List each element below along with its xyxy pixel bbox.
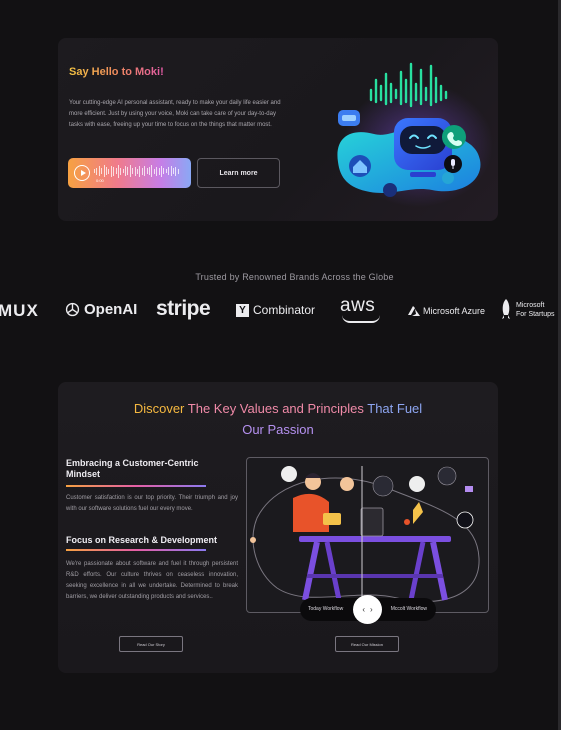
- mccolt-workflow-label[interactable]: Mccolt Workflow: [391, 606, 427, 612]
- audio-time: 0:00: [96, 178, 104, 183]
- values-title: Discover The Key Values and Principles T…: [58, 398, 498, 440]
- research-text: We're passionate about software and fuel…: [66, 561, 238, 600]
- waveform-icon: [94, 164, 179, 178]
- ms-startups-line1: Microsoft: [516, 302, 545, 309]
- learn-more-button[interactable]: Learn more: [197, 158, 280, 188]
- rocket-icon: [502, 299, 510, 319]
- customer-centric-underline: [66, 485, 206, 487]
- aws-smile-icon: [342, 315, 380, 323]
- play-icon[interactable]: [74, 165, 90, 181]
- openai-icon: [65, 302, 80, 317]
- research-heading: Focus on Research & Development: [66, 535, 218, 545]
- azure-icon: [408, 306, 420, 316]
- microsoft-azure-logo-text: Microsoft Azure: [423, 306, 486, 316]
- openai-logo-text: OpenAI: [84, 301, 138, 318]
- microsoft-for-startups-logo: Microsoft For Startups: [500, 299, 555, 321]
- chevron-right-icon: ›: [370, 605, 373, 614]
- hero-description: Your cutting-edge AI personal assistant,…: [69, 100, 281, 128]
- compare-slider-handle[interactable]: ‹ ›: [353, 595, 382, 624]
- robot-assistant-illustration: [337, 62, 493, 207]
- values-title-part3: That Fuel: [367, 401, 423, 416]
- workflow-comparison-image: [246, 457, 489, 613]
- microsoft-azure-logo: Microsoft Azure: [408, 306, 485, 316]
- openai-logo: OpenAI: [64, 301, 137, 318]
- read-our-mission-button[interactable]: Read Our Mission: [335, 636, 399, 652]
- customer-centric-heading: Embracing a Customer-Centric Mindset: [66, 458, 199, 479]
- workflow-toggle[interactable]: Today Workflow ‹ › Mccolt Workflow: [300, 595, 436, 624]
- ycombinator-logo-text: Combinator: [253, 303, 316, 317]
- values-title-line2: Our Passion: [242, 422, 314, 437]
- voice-audio-player[interactable]: 0:00: [68, 158, 191, 188]
- ycombinator-logo: Y Combinator: [236, 303, 315, 317]
- values-title-part1: Discover: [133, 401, 185, 416]
- ms-startups-line2: For Startups: [516, 311, 555, 318]
- aws-logo: aws: [340, 295, 376, 316]
- customer-centric-text: Customer satisfaction is our top priorit…: [66, 495, 238, 512]
- mux-logo: MUX: [0, 301, 39, 320]
- ycombinator-mark-icon: Y: [236, 303, 249, 317]
- chevron-left-icon: ‹: [362, 605, 365, 614]
- research-underline: [66, 549, 206, 551]
- hero-title: Say Hello to Moki!: [69, 66, 164, 78]
- trusted-brands-heading: Trusted by Renowned Brands Across the Gl…: [195, 272, 394, 282]
- values-card: Discover The Key Values and Principles T…: [58, 382, 498, 673]
- stripe-logo: stripe: [156, 297, 211, 320]
- developer-desk-illustration: [250, 466, 480, 612]
- today-workflow-label[interactable]: Today Workflow: [308, 606, 343, 612]
- read-our-story-button[interactable]: Read Our Story: [119, 636, 183, 652]
- values-title-part2: The Key Values and Principles: [187, 401, 364, 416]
- hero-card: Say Hello to Moki! Your cutting-edge AI …: [58, 38, 498, 221]
